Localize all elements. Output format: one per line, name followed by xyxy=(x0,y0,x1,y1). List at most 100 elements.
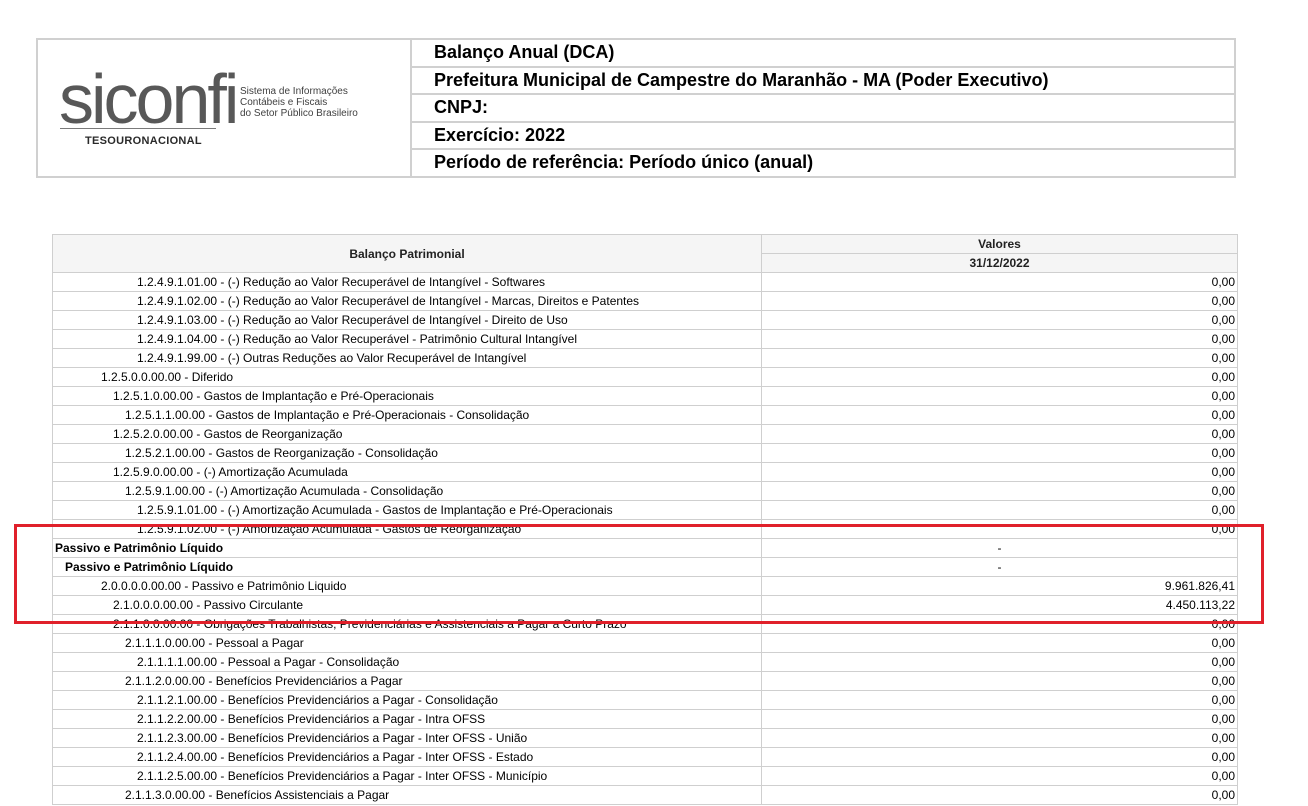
row-label: 1.2.5.9.1.01.00 - (-) Amortização Acumul… xyxy=(52,500,762,520)
table-row: 1.2.5.1.1.00.00 - Gastos de Implantação … xyxy=(52,405,1238,425)
logo-wordmark: siconfi xyxy=(59,60,239,138)
table-row: 1.2.4.9.1.99.00 - (-) Outras Reduções ao… xyxy=(52,348,1238,368)
row-value: 0,00 xyxy=(761,614,1238,634)
table-row: 1.2.5.9.0.00.00 - (-) Amortização Acumul… xyxy=(52,462,1238,482)
row-label: 1.2.5.9.1.02.00 - (-) Amortização Acumul… xyxy=(52,519,762,539)
row-label: 1.2.4.9.1.01.00 - (-) Redução ao Valor R… xyxy=(52,272,762,292)
row-label: 1.2.5.9.0.00.00 - (-) Amortização Acumul… xyxy=(52,462,762,482)
row-value: 0,00 xyxy=(761,405,1238,425)
exercise-year: Exercício: 2022 xyxy=(412,123,1234,151)
row-label: 2.1.1.2.4.00.00 - Benefícios Previdenciá… xyxy=(52,747,762,767)
table-row: 1.2.5.0.0.00.00 - Diferido 0,00 xyxy=(52,367,1238,387)
row-value: 0,00 xyxy=(761,367,1238,387)
table-row: 2.1.1.2.4.00.00 - Benefícios Previdenciá… xyxy=(52,747,1238,767)
logo-subtitle: Sistema de Informações Contábeis e Fisca… xyxy=(240,86,358,119)
table-row: 1.2.4.9.1.02.00 - (-) Redução ao Valor R… xyxy=(52,291,1238,311)
table-row: 2.1.1.2.3.00.00 - Benefícios Previdenciá… xyxy=(52,728,1238,748)
row-value: 0,00 xyxy=(761,500,1238,520)
row-value: 0,00 xyxy=(761,766,1238,786)
row-label: 1.2.5.9.1.00.00 - (-) Amortização Acumul… xyxy=(52,481,762,501)
row-label: 1.2.4.9.1.99.00 - (-) Outras Reduções ao… xyxy=(52,348,762,368)
balance-sheet-table: Balanço Patrimonial Valores 31/12/2022 1… xyxy=(52,234,1238,805)
table-row: 2.1.1.2.5.00.00 - Benefícios Previdenciá… xyxy=(52,766,1238,786)
row-label: 1.2.4.9.1.04.00 - (-) Redução ao Valor R… xyxy=(52,329,762,349)
row-label: 1.2.4.9.1.02.00 - (-) Redução ao Valor R… xyxy=(52,291,762,311)
row-value: 0,00 xyxy=(761,481,1238,501)
row-label: 1.2.4.9.1.03.00 - (-) Redução ao Valor R… xyxy=(52,310,762,330)
row-label: 2.1.1.2.1.00.00 - Benefícios Previdenciá… xyxy=(52,690,762,710)
row-value: 0,00 xyxy=(761,690,1238,710)
table-body: 1.2.4.9.1.01.00 - (-) Redução ao Valor R… xyxy=(52,272,1238,805)
row-value: 0,00 xyxy=(761,329,1238,349)
table-row: 1.2.5.9.1.00.00 - (-) Amortização Acumul… xyxy=(52,481,1238,501)
row-value: 0,00 xyxy=(761,633,1238,653)
row-label: Passivo e Patrimônio Líquido xyxy=(52,557,762,577)
table-row: 2.1.1.1.0.00.00 - Pessoal a Pagar 0,00 xyxy=(52,633,1238,653)
table-row: 2.1.1.2.0.00.00 - Benefícios Previdenciá… xyxy=(52,671,1238,691)
row-label: 1.2.5.2.1.00.00 - Gastos de Reorganizaçã… xyxy=(52,443,762,463)
row-value: 4.450.113,22 xyxy=(761,595,1238,615)
row-value: 0,00 xyxy=(761,443,1238,463)
row-value: 0,00 xyxy=(761,310,1238,330)
row-value: 0,00 xyxy=(761,709,1238,729)
table-row: Passivo e Patrimônio Líquido - xyxy=(52,557,1238,577)
table-row: 2.1.1.1.1.00.00 - Pessoal a Pagar - Cons… xyxy=(52,652,1238,672)
table-row: 1.2.5.9.1.02.00 - (-) Amortização Acumul… xyxy=(52,519,1238,539)
row-label: 2.1.0.0.0.00.00 - Passivo Circulante xyxy=(52,595,762,615)
table-row: 2.1.1.3.0.00.00 - Benefícios Assistencia… xyxy=(52,785,1238,805)
table-row: 1.2.4.9.1.01.00 - (-) Redução ao Valor R… xyxy=(52,272,1238,292)
table-row: Passivo e Patrimônio Líquido - xyxy=(52,538,1238,558)
reference-period: Período de referência: Período único (an… xyxy=(434,152,814,173)
table-row: 1.2.4.9.1.04.00 - (-) Redução ao Valor R… xyxy=(52,329,1238,349)
table-row: 1.2.5.2.0.00.00 - Gastos de Reorganizaçã… xyxy=(52,424,1238,444)
logo-org: TESOURONACIONAL xyxy=(85,135,202,147)
row-label: 2.1.1.2.5.00.00 - Benefícios Previdenciá… xyxy=(52,766,762,786)
row-value: - xyxy=(761,557,1238,577)
table-row: 1.2.5.9.1.01.00 - (-) Amortização Acumul… xyxy=(52,500,1238,520)
row-label: 2.1.1.2.0.00.00 - Benefícios Previdenciá… xyxy=(52,671,762,691)
table-row: 2.1.0.0.0.00.00 - Passivo Circulante 4.45… xyxy=(52,595,1238,615)
row-label: 1.2.5.2.0.00.00 - Gastos de Reorganizaçã… xyxy=(52,424,762,444)
row-value: 0,00 xyxy=(761,652,1238,672)
col-header-balanco: Balanço Patrimonial xyxy=(52,234,762,273)
cnpj-label: CNPJ: xyxy=(412,95,1234,123)
report-title: Balanço Anual (DCA) xyxy=(412,40,1234,68)
row-label: 1.2.5.1.1.00.00 - Gastos de Implantação … xyxy=(52,405,762,425)
row-value: 0,00 xyxy=(761,424,1238,444)
logo-divider xyxy=(60,128,216,129)
report-header: siconfi Sistema de Informações Contábeis… xyxy=(36,38,1236,178)
report-info: Balanço Anual (DCA) Prefeitura Municipal… xyxy=(412,40,1234,176)
row-label: 1.2.5.1.0.00.00 - Gastos de Implantação … xyxy=(52,386,762,406)
table-row: 2.1.1.2.1.00.00 - Benefícios Previdenciá… xyxy=(52,690,1238,710)
row-label: 2.1.1.1.0.00.00 - Pessoal a Pagar xyxy=(52,633,762,653)
row-value: 0,00 xyxy=(761,272,1238,292)
row-value: 0,00 xyxy=(761,348,1238,368)
entity-name: Prefeitura Municipal de Campestre do Mar… xyxy=(412,68,1234,96)
row-value: 0,00 xyxy=(761,519,1238,539)
row-value: 0,00 xyxy=(761,386,1238,406)
row-value: - xyxy=(761,538,1238,558)
row-label: 2.1.1.2.3.00.00 - Benefícios Previdenciá… xyxy=(52,728,762,748)
table-row: 2.1.1.2.2.00.00 - Benefícios Previdenciá… xyxy=(52,709,1238,729)
row-value: 0,00 xyxy=(761,291,1238,311)
row-value: 0,00 xyxy=(761,728,1238,748)
table-row: 1.2.5.2.1.00.00 - Gastos de Reorganizaçã… xyxy=(52,443,1238,463)
row-label: 2.1.1.1.1.00.00 - Pessoal a Pagar - Cons… xyxy=(52,652,762,672)
row-label: Passivo e Patrimônio Líquido xyxy=(52,538,762,558)
row-value: 0,00 xyxy=(761,462,1238,482)
row-value: 0,00 xyxy=(761,785,1238,805)
row-label: 2.0.0.0.0.00.00 - Passivo e Patrimônio L… xyxy=(52,576,762,596)
row-value: 0,00 xyxy=(761,671,1238,691)
table-row: 2.1.1.0.0.00.00 - Obrigações Trabalhista… xyxy=(52,614,1238,634)
row-label: 2.1.1.0.0.00.00 - Obrigações Trabalhista… xyxy=(52,614,762,634)
row-label: 2.1.1.2.2.00.00 - Benefícios Previdenciá… xyxy=(52,709,762,729)
row-label: 1.2.5.0.0.00.00 - Diferido xyxy=(52,367,762,387)
col-header-date: 31/12/2022 xyxy=(761,253,1238,273)
row-value: 0,00 xyxy=(761,747,1238,767)
table-row: 1.2.5.1.0.00.00 - Gastos de Implantação … xyxy=(52,386,1238,406)
col-header-valores: Valores xyxy=(761,234,1238,254)
table-row: 2.0.0.0.0.00.00 - Passivo e Patrimônio L… xyxy=(52,576,1238,596)
table-row: 1.2.4.9.1.03.00 - (-) Redução ao Valor R… xyxy=(52,310,1238,330)
row-value: 9.961.826,41 xyxy=(761,576,1238,596)
siconfi-logo: siconfi Sistema de Informações Contábeis… xyxy=(38,40,412,176)
